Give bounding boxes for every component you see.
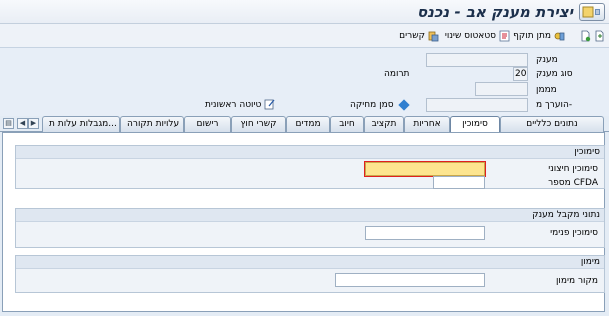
status-change-label: סטאטוס שינוי [444,31,496,41]
grant-type-field[interactable]: 20 [513,67,528,81]
first-draft-label: טיוטה ראשונית [205,100,262,110]
references-group: סימוכין סימוכין חיצוני מספר CFDA [15,145,605,189]
tab-billing[interactable]: חיוב [330,116,364,132]
tab-dimensions[interactable]: ממדים [286,116,330,132]
internal-ref-label: סימוכין פנימי [550,228,598,238]
external-ref-field[interactable] [364,161,486,177]
relations-icon [428,30,439,42]
submitted-to-label: הוערך מ- [536,100,573,110]
status-icon [499,30,510,42]
grant-label: מענק [536,55,558,65]
tab-content: סימוכין סימוכין חיצוני מספר CFDA נתוני מ… [2,132,605,312]
tab-list-icon[interactable]: ▤ [3,118,14,129]
valid-period-label: מתן תוקף [513,31,551,41]
valid-period-button[interactable]: מתן תוקף [513,28,565,44]
tab-overhead[interactable]: עלויות תקורה [120,116,184,132]
tab-registration[interactable]: רישום [184,116,231,132]
grant-field[interactable] [426,53,528,67]
tab-budget[interactable]: תקציב [364,116,404,132]
tab-responsibility[interactable]: אחריות [404,116,450,132]
tab-strip: ▤ ◀ ▶ מגבלות עלות ת... עלויות תקורה רישו… [0,116,609,133]
tab-scroll-left-icon[interactable]: ◀ [17,118,28,129]
external-ref-label: סימוכין חיצוני [548,164,598,174]
tab-references[interactable]: סימוכין [450,116,500,133]
cfda-field[interactable] [433,176,485,189]
tab-general-data[interactable]: נתונים כלליים [500,116,604,132]
financing-source-field[interactable] [335,273,485,287]
recipient-group: נתוני מקבל מענק סימוכין פנימי [15,208,605,248]
funder-label: מממן [536,85,557,95]
grant-type-label: סוג מענק [536,69,573,79]
new-document-icon[interactable] [594,28,605,44]
tab-external-relations[interactable]: קשרי חוץ [231,116,286,132]
status-change-button[interactable]: סטאטוס שינוי [445,28,510,44]
cfda-label: מספר CFDA [548,178,598,188]
draft-edit-icon[interactable] [264,98,276,113]
financing-source-label: מקור מימון [555,276,598,286]
financing-group: מימון מקור מימון [15,255,605,293]
funder-field[interactable] [475,82,528,96]
relations-label: קשרים [399,31,425,41]
internal-ref-field[interactable] [365,226,485,240]
financing-group-title: מימון [16,256,604,269]
deletion-mark-label: סמן מחיקה [350,100,394,110]
tab-scroll-right-icon[interactable]: ▶ [28,118,39,129]
document-icon[interactable] [580,28,591,44]
page-title: יצירת מענק אב - נכנס [416,3,573,21]
submitted-to-field[interactable] [426,98,528,112]
application-toolbar: קשרים סטאטוס שינוי מתן תוקף [0,24,609,48]
tab-cost-limits[interactable]: מגבלות עלות ת... [42,116,120,132]
sap-hat-icon[interactable] [579,3,605,21]
recipient-group-title: נתוני מקבל מענק [16,209,604,222]
relations-button[interactable]: קשרים [399,28,439,44]
references-group-title: סימוכין [16,146,604,159]
grant-type-description: תרומה [384,69,410,79]
title-bar: יצירת מענק אב - נכנס [0,0,609,24]
valid-period-icon [554,30,565,42]
deletion-mark-icon[interactable] [398,99,410,111]
header-area: מענק סוג מענק 20 תרומה מממן הוערך מ- סמן… [0,48,609,116]
